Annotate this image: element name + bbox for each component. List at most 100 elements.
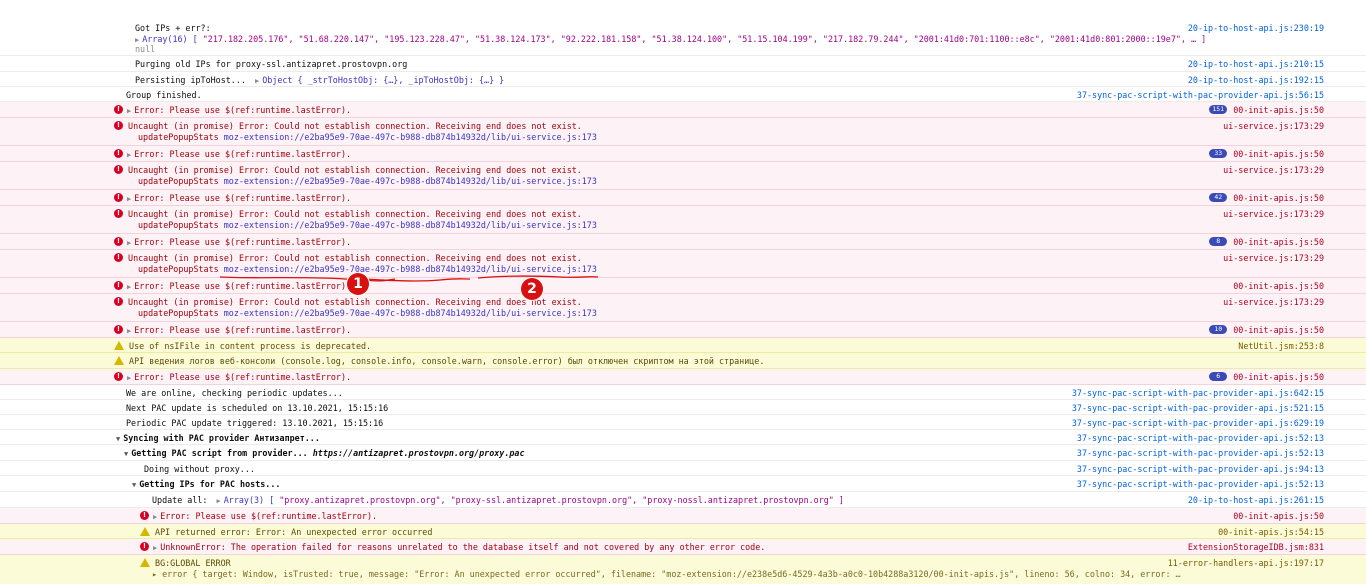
- source-link[interactable]: ui-service.js:173:29: [1223, 165, 1324, 175]
- console-message[interactable]: We are online, checking periodic updates…: [0, 385, 1366, 400]
- expand-arrow-icon[interactable]: ▶: [153, 513, 157, 521]
- source-link[interactable]: ui-service.js:173:29: [1223, 209, 1324, 219]
- message-text: Update all:: [152, 495, 208, 505]
- console-error[interactable]: ! ▶ Error: Please use $(ref:runtime.lastEr…: [0, 322, 1366, 338]
- group-title: Syncing with PAC provider Антизапрет...: [123, 433, 320, 443]
- group-title: Getting IPs for PAC hosts...: [139, 479, 281, 489]
- console-message[interactable]: Next PAC update is scheduled on 13.10.20…: [0, 400, 1366, 415]
- message-text: API returned error: Error: An unexpected…: [155, 527, 433, 537]
- console-warning[interactable]: Use of nsIFile in content process is dep…: [0, 338, 1366, 353]
- stack-link[interactable]: moz-extension://e2ba95e9-70ae-497c-b988-…: [224, 176, 597, 186]
- collapse-arrow-icon[interactable]: ▼: [132, 481, 136, 489]
- console-message[interactable]: Persisting ipToHost... ▶ Object { _strToH…: [0, 72, 1366, 87]
- source-link[interactable]: ui-service.js:173:29: [1223, 297, 1324, 307]
- source-link[interactable]: 20-ip-to-host-api.js:210:15: [1188, 59, 1324, 69]
- console-error[interactable]: ! ▶ Error: Please use $(ref:runtime.lastEr…: [0, 146, 1366, 162]
- source-link[interactable]: 00-init-apis.js:50: [1233, 237, 1324, 247]
- stack-link[interactable]: moz-extension://e2ba95e9-70ae-497c-b988-…: [224, 308, 597, 318]
- console-error[interactable]: ! ▶ Error: Please use $(ref:runtime.lastEr…: [0, 190, 1366, 206]
- error-icon: !: [114, 193, 123, 202]
- source-link[interactable]: ui-service.js:173:29: [1223, 253, 1324, 263]
- console-error[interactable]: ! ▶ Error: Please use $(ref:runtime.lastEr…: [0, 508, 1366, 524]
- console-error[interactable]: ! Uncaught (in promise) Error: Could not…: [0, 250, 1366, 278]
- source-link[interactable]: 00-init-apis.js:50: [1233, 105, 1324, 115]
- source-link[interactable]: 00-init-apis.js:50: [1233, 325, 1324, 335]
- stack-link[interactable]: moz-extension://e2ba95e9-70ae-497c-b988-…: [224, 132, 597, 142]
- source-link[interactable]: 37-sync-pac-script-with-pac-provider-api…: [1077, 433, 1324, 443]
- collapse-arrow-icon[interactable]: ▼: [116, 435, 120, 443]
- message-text: Periodic PAC update triggered: 13.10.202…: [126, 418, 384, 428]
- expand-arrow-icon[interactable]: ▶: [127, 107, 131, 115]
- message-text: Error: Please use $(ref:runtime.lastErro…: [134, 281, 352, 291]
- source-link[interactable]: 11-error-handlers-api.js:197:17: [1168, 558, 1324, 568]
- source-link[interactable]: 00-init-apis.js:50: [1233, 511, 1324, 521]
- source-link[interactable]: 20-ip-to-host-api.js:192:15: [1188, 75, 1324, 85]
- console-message[interactable]: Group finished. 37-sync-pac-script-with-…: [0, 87, 1366, 102]
- console-message[interactable]: Purging old IPs for proxy-ssl.antizapret…: [0, 56, 1366, 72]
- console-error[interactable]: ! ▶ Error: Please use $(ref:runtime.lastEr…: [0, 369, 1366, 385]
- expand-arrow-icon[interactable]: ▶: [127, 283, 131, 291]
- console-warning[interactable]: BG:GLOBAL ERROR ▸ error { target: Window…: [0, 555, 1366, 584]
- console-message[interactable]: Got IPs + err?: ▶ Array(16) [ "217.182.20…: [0, 0, 1366, 56]
- stack-link[interactable]: moz-extension://e2ba95e9-70ae-497c-b988-…: [224, 264, 597, 274]
- console-error[interactable]: ! ▶ UnknownError: The operation failed for…: [0, 539, 1366, 555]
- source-link[interactable]: 37-sync-pac-script-with-pac-provider-api…: [1072, 403, 1324, 413]
- source-link[interactable]: ui-service.js:173:29: [1223, 121, 1324, 131]
- source-link[interactable]: 00-init-apis.js:54:15: [1218, 527, 1324, 537]
- console-error[interactable]: ! Uncaught (in promise) Error: Could not…: [0, 206, 1366, 234]
- source-link[interactable]: 00-init-apis.js:50: [1233, 149, 1324, 159]
- console-group-header[interactable]: ▼ Syncing with PAC provider Антизапрет...…: [0, 430, 1366, 445]
- source-link[interactable]: 37-sync-pac-script-with-pac-provider-api…: [1077, 479, 1324, 489]
- stack-link[interactable]: moz-extension://e2ba95e9-70ae-497c-b988-…: [224, 220, 597, 230]
- console-message[interactable]: Doing without proxy... 37-sync-pac-scrip…: [0, 461, 1366, 476]
- source-link[interactable]: 00-init-apis.js:50: [1233, 372, 1324, 382]
- message-text: Uncaught (in promise) Error: Could not e…: [128, 121, 582, 131]
- source-link[interactable]: 20-ip-to-host-api.js:230:19: [1188, 23, 1324, 33]
- source-link[interactable]: 20-ip-to-host-api.js:261:15: [1188, 495, 1324, 505]
- source-link[interactable]: 37-sync-pac-script-with-pac-provider-api…: [1077, 464, 1324, 474]
- console-message[interactable]: Update all: ▶ Array(3) [ "proxy.antizapre…: [0, 492, 1366, 508]
- object-preview[interactable]: Object { _strToHostObj: {…}, _ipToHostOb…: [262, 75, 504, 85]
- source-link[interactable]: ExtensionStorageIDB.jsm:831: [1188, 542, 1324, 552]
- expand-arrow-icon[interactable]: ▶: [127, 195, 131, 203]
- expand-arrow-icon[interactable]: ▶: [135, 36, 139, 44]
- source-link[interactable]: 37-sync-pac-script-with-pac-provider-api…: [1072, 418, 1324, 428]
- error-icon: !: [114, 149, 123, 158]
- message-text: Error: Please use $(ref:runtime.lastErro…: [160, 511, 378, 521]
- expand-arrow-icon[interactable]: ▶: [127, 239, 131, 247]
- expand-arrow-icon[interactable]: ▶: [153, 544, 157, 552]
- source-link[interactable]: NetUtil.jsm:253:8: [1238, 341, 1324, 351]
- console-group-header[interactable]: ▼ Getting PAC script from provider... htt…: [0, 445, 1366, 461]
- repeat-count-badge: 10: [1209, 325, 1228, 334]
- console-error[interactable]: ! ▶ Error: Please use $(ref:runtime.lastEr…: [0, 102, 1366, 118]
- expand-arrow-icon[interactable]: ▶: [255, 77, 259, 85]
- array-preview-label[interactable]: Array(16) [: [142, 34, 197, 44]
- console-error[interactable]: ! Uncaught (in promise) Error: Could not…: [0, 294, 1366, 322]
- console-group-header[interactable]: ▼ Getting IPs for PAC hosts... 37-sync-pa…: [0, 476, 1366, 492]
- collapse-arrow-icon[interactable]: ▼: [124, 450, 128, 458]
- source-link[interactable]: 37-sync-pac-script-with-pac-provider-api…: [1077, 448, 1324, 458]
- console-warning[interactable]: API ведения логов веб-консоли (console.l…: [0, 353, 1366, 369]
- source-link[interactable]: 00-init-apis.js:50: [1233, 281, 1324, 291]
- console-error[interactable]: ! Uncaught (in promise) Error: Could not…: [0, 162, 1366, 190]
- console-message[interactable]: Periodic PAC update triggered: 13.10.202…: [0, 415, 1366, 430]
- expand-arrow-icon[interactable]: ▶: [127, 327, 131, 335]
- expand-arrow-icon[interactable]: ▶: [127, 374, 131, 382]
- repeat-count-badge: 151: [1209, 105, 1228, 114]
- console-warning[interactable]: API returned error: Error: An unexpected…: [0, 524, 1366, 539]
- array-preview-label[interactable]: Array(3) [: [224, 495, 274, 505]
- expand-arrow-icon[interactable]: ▶: [217, 497, 221, 505]
- error-object-preview[interactable]: ▸ error { target: Window, isTrusted: tru…: [152, 569, 1181, 579]
- warning-icon: [114, 341, 124, 350]
- expand-arrow-icon[interactable]: ▶: [127, 151, 131, 159]
- error-icon: !: [114, 165, 123, 174]
- console-error[interactable]: ! Uncaught (in promise) Error: Could not…: [0, 118, 1366, 146]
- console-error[interactable]: ! ▶ Error: Please use $(ref:runtime.lastEr…: [0, 234, 1366, 250]
- error-icon: !: [114, 281, 123, 290]
- console-error[interactable]: ! ▶ Error: Please use $(ref:runtime.lastEr…: [0, 278, 1366, 294]
- source-link[interactable]: 00-init-apis.js:50: [1233, 193, 1324, 203]
- source-link[interactable]: 37-sync-pac-script-with-pac-provider-api…: [1072, 388, 1324, 398]
- warning-icon: [114, 356, 124, 365]
- warning-icon: [140, 527, 150, 536]
- source-link[interactable]: 37-sync-pac-script-with-pac-provider-api…: [1077, 90, 1324, 100]
